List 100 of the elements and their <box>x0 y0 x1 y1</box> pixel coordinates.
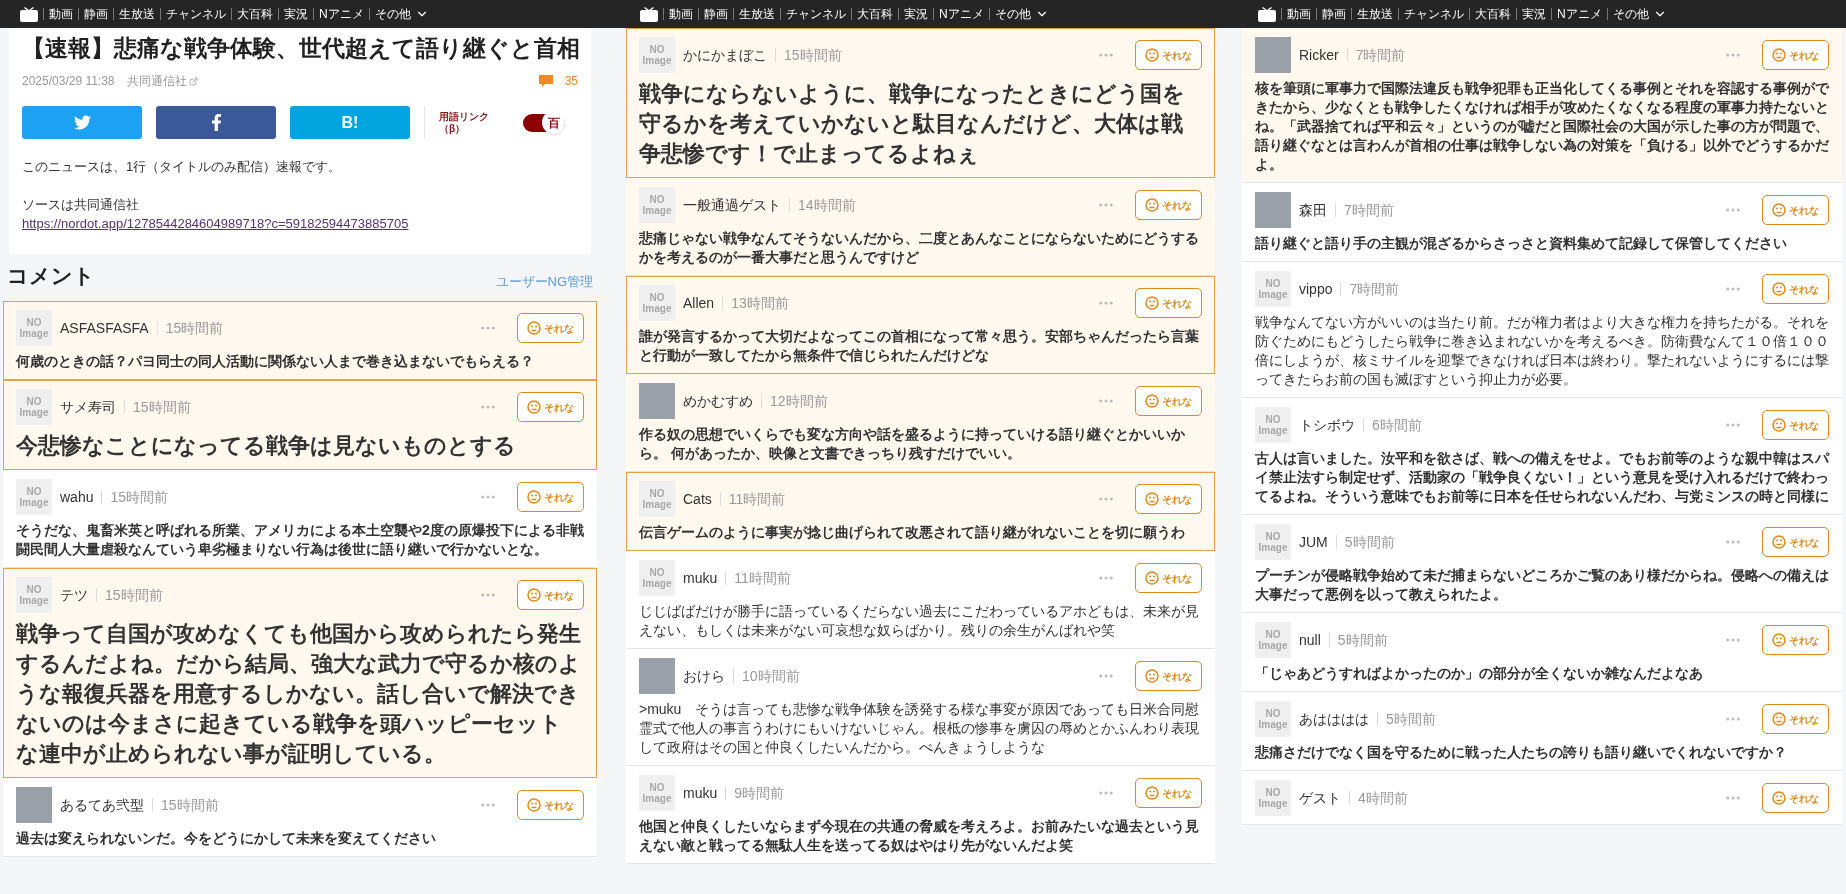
comment-author[interactable]: null <box>1299 629 1321 651</box>
nav-link[interactable]: チャンネル <box>166 5 226 23</box>
source-url-link[interactable]: https://nordot.app/1278544284604989718?c=59182594473885705 <box>22 214 578 234</box>
nav-link[interactable]: 生放送 <box>119 5 155 23</box>
share-button[interactable] <box>156 106 276 139</box>
nav-link[interactable]: Nアニメ <box>1557 5 1602 23</box>
comment-time: 12時間前 <box>770 391 828 411</box>
external-link-icon <box>188 76 198 86</box>
comment-author[interactable]: muku <box>683 567 718 589</box>
neutral-face-icon <box>1772 791 1786 805</box>
comment-text: 今悲惨なことになってる戦争は見ないものとする <box>16 432 517 460</box>
comment-time: 5時間前 <box>1386 709 1436 729</box>
comment-time: 13時間前 <box>731 293 789 313</box>
nav-link[interactable]: 動画 <box>49 5 73 23</box>
comment-text: 作る奴の思想でいくらでも変な方向や話を盛るように持っていける語り継ぐとかいいから。 何があったか、映像と文書できっちり残すだけでいい。 <box>639 425 1186 463</box>
comment-time: 14時間前 <box>798 195 856 215</box>
comment-time: 15時間前 <box>110 487 169 507</box>
no-image-avatar: NO Image <box>639 481 675 517</box>
nav-link[interactable]: Nアニメ <box>939 5 984 23</box>
comment-author[interactable]: かにかまぼこ <box>683 44 767 66</box>
comment-author[interactable]: トシボウ <box>1299 414 1355 436</box>
nav-link[interactable]: チャンネル <box>1404 5 1464 23</box>
no-image-avatar: NO Image <box>16 310 52 346</box>
comment-text: 他国と仲良くしたいならまず今現在の共通の脅威を考えろよ。お前みたいな過去という見えない敵と戦ってる無駄人生を送ってる奴はやはり先がないんだよ笑 <box>639 817 1200 855</box>
neutral-face-icon <box>1772 203 1786 217</box>
comments-heading: コメント <box>7 262 95 289</box>
comment-author[interactable]: muku <box>683 782 718 804</box>
comment-text: じじばばだけが勝手に語っているくだらない過去にこだわっているアホどもは、未来が見えない、もしくは未来がない可哀想な奴らばかり。残りの余生がんばれや笑 <box>639 602 1200 640</box>
share-button[interactable] <box>22 106 142 139</box>
comment-author[interactable]: 一般通過ゲスト <box>683 194 781 216</box>
comment-author[interactable]: おけら <box>683 665 725 687</box>
comment-time: 7時間前 <box>1349 279 1400 299</box>
nav-link[interactable]: 静画 <box>1322 5 1346 23</box>
nav-link[interactable]: 大百科 <box>237 5 273 23</box>
nav-link[interactable]: 実況 <box>904 5 928 23</box>
comment-time: 5時間前 <box>1337 630 1388 650</box>
comment-author[interactable]: vippo <box>1299 278 1333 300</box>
tv-logo-icon[interactable] <box>20 6 38 22</box>
comment-author[interactable]: 森田 <box>1299 199 1327 221</box>
nav-link[interactable]: 生放送 <box>739 5 775 23</box>
no-image-avatar: NO Image <box>1255 780 1291 816</box>
term-link-toggle[interactable]: 百 <box>523 113 565 132</box>
comment-author[interactable]: JUM <box>1299 531 1328 553</box>
tv-logo-icon[interactable] <box>1258 6 1276 22</box>
avatar-photo-placeholder <box>16 787 52 823</box>
comment-text: 語り継ぐと語り手の主観が混ざるからさっさと資料集めて記録して保管してください <box>1255 234 1788 253</box>
comment-author[interactable]: サメ寿司 <box>60 396 116 418</box>
neutral-face-icon <box>1145 786 1159 800</box>
article-body-text: このニュースは、1行（タイトルのみ配信）速報です。 <box>22 158 343 176</box>
neutral-face-icon <box>1772 535 1786 549</box>
comment-time: 5時間前 <box>1344 532 1395 552</box>
comment-text: 戦争にならないように、戦争になったときにどう国を守るかを考えていかないと駄目なんだけど、大体は戦争悲惨です！で止まってるよねぇ <box>639 80 1186 168</box>
nav-link[interactable]: 静画 <box>704 5 728 23</box>
comment-time: 7時間前 <box>1355 45 1406 65</box>
neutral-face-icon <box>527 588 541 602</box>
neutral-face-icon <box>527 798 541 812</box>
nav-link[interactable]: 静画 <box>84 5 108 23</box>
avatar-photo-placeholder <box>1255 192 1291 228</box>
comment-text: プーチンが侵略戦争始めて未だ捕まらないどころかご覧のあり様だからね。侵略への備えは大事だって悪例を以って教えられたよ。 <box>1255 566 1829 604</box>
nav-link[interactable]: チャンネル <box>786 5 846 23</box>
nav-link[interactable]: 生放送 <box>1357 5 1393 23</box>
comment-author[interactable]: Ricker <box>1299 44 1339 66</box>
comment-author[interactable]: テツ <box>60 584 88 606</box>
comment-author[interactable]: ASFASFASFA <box>60 317 149 339</box>
comment-author[interactable]: めかむすめ <box>683 390 753 412</box>
neutral-face-icon <box>1145 669 1159 683</box>
nav-link[interactable]: 実況 <box>284 5 308 23</box>
comment-time: 11時間前 <box>734 568 791 588</box>
nav-more-link[interactable]: その他 <box>994 5 1049 23</box>
comment-author[interactable]: あるてあ弐型 <box>60 794 144 816</box>
nav-more-link[interactable]: その他 <box>374 5 429 23</box>
tv-logo-icon[interactable] <box>640 6 658 22</box>
nav-link[interactable]: 動画 <box>669 5 693 23</box>
nav-link[interactable]: 大百科 <box>1475 5 1511 23</box>
nav-link[interactable]: Nアニメ <box>319 5 364 23</box>
neutral-face-icon <box>1772 418 1786 432</box>
comment-author[interactable]: あはははは <box>1299 708 1369 730</box>
neutral-face-icon <box>1145 394 1159 408</box>
comment-time: 10時間前 <box>742 666 800 686</box>
comment-author[interactable]: Cats <box>683 488 712 510</box>
comment-time: 7時間前 <box>1344 200 1394 220</box>
no-image-avatar: NO Image <box>16 479 52 515</box>
nav-more-link[interactable]: その他 <box>1612 5 1667 23</box>
comment-author[interactable]: Allen <box>683 292 715 314</box>
comment-bubble-icon <box>538 74 553 88</box>
comment-text: 「じゃあどうすればよかったのか」の部分が全くないか雑なんだよなあ <box>1255 664 1704 683</box>
article-date: 2025/03/29 11:38 <box>22 73 115 90</box>
no-image-avatar: NO Image <box>1255 701 1291 737</box>
avatar-photo-placeholder <box>639 383 675 419</box>
nav-link[interactable]: 動画 <box>1287 5 1311 23</box>
bird-icon <box>73 114 91 131</box>
no-image-avatar: NO Image <box>1255 407 1291 443</box>
no-image-avatar: NO Image <box>16 577 52 613</box>
comment-author[interactable]: wahu <box>60 486 94 508</box>
comment-author[interactable]: ゲスト <box>1299 787 1341 809</box>
neutral-face-icon <box>1145 296 1159 310</box>
nav-link[interactable]: 大百科 <box>857 5 893 23</box>
no-image-avatar: NO Image <box>639 37 675 73</box>
nav-link[interactable]: 実況 <box>1522 5 1546 23</box>
comment-text: 悲痛さだけでなく国を守るために戦った人たちの誇りも語り継いでくれないですか？ <box>1255 743 1788 762</box>
